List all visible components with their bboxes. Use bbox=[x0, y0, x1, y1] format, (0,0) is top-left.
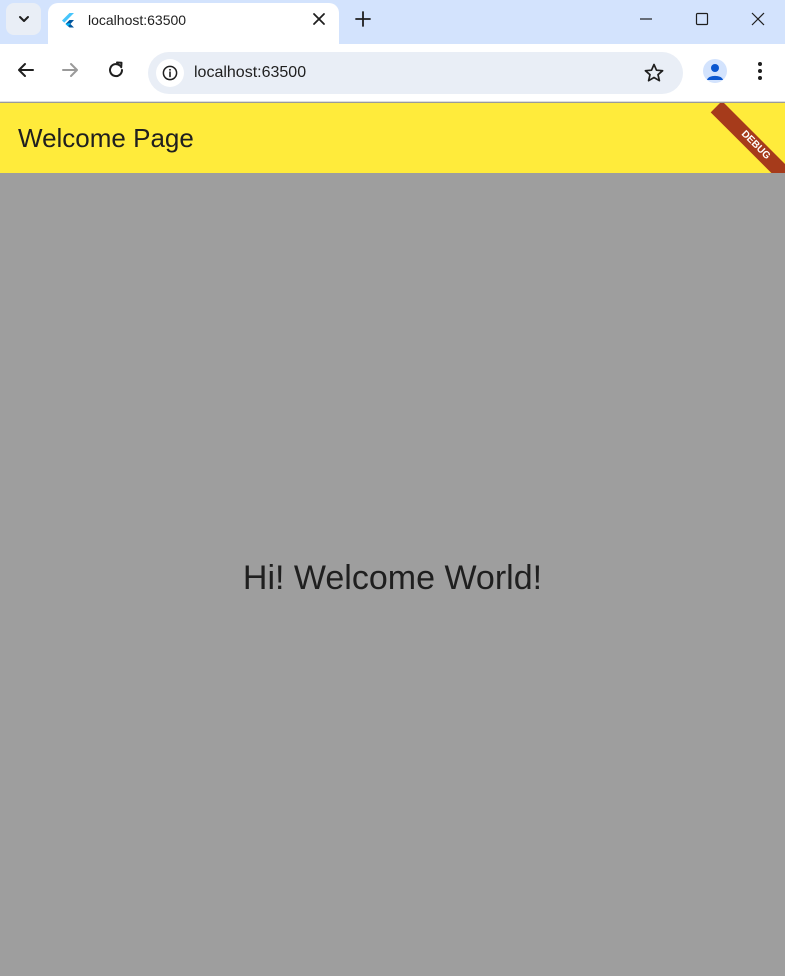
close-icon[interactable] bbox=[311, 11, 327, 27]
flutter-favicon-icon bbox=[62, 13, 74, 28]
welcome-message: Hi! Welcome World! bbox=[242, 559, 543, 597]
browser-tab-strip: localhost:63500 bbox=[0, 0, 785, 44]
debug-banner: DEBUG bbox=[710, 103, 785, 173]
star-icon[interactable] bbox=[643, 62, 665, 84]
profile-icon bbox=[707, 64, 723, 80]
reload-button[interactable] bbox=[104, 58, 128, 82]
tab-search-icon bbox=[18, 16, 29, 22]
site-info-button[interactable] bbox=[156, 59, 184, 87]
info-icon bbox=[162, 65, 178, 81]
window-close-button[interactable] bbox=[730, 0, 785, 38]
app-body: Hi! Welcome World! bbox=[0, 173, 785, 976]
address-bar[interactable]: localhost:63500 bbox=[148, 52, 683, 94]
forward-arrow-icon bbox=[62, 63, 78, 77]
tab-search-button[interactable] bbox=[6, 3, 41, 35]
maximize-button[interactable] bbox=[674, 0, 730, 38]
tab-title: localhost:63500 bbox=[88, 12, 187, 28]
forward-button[interactable] bbox=[58, 58, 82, 82]
plus-icon[interactable] bbox=[352, 8, 374, 30]
minimize-button[interactable] bbox=[618, 0, 674, 38]
profile-button[interactable] bbox=[703, 59, 727, 83]
app-bar: Welcome Page DEBUG bbox=[0, 103, 785, 173]
page-title: Welcome Page bbox=[18, 123, 194, 153]
window-close-icon bbox=[751, 12, 765, 26]
url-text[interactable]: localhost:63500 bbox=[194, 64, 306, 82]
browser-tab-active[interactable]: localhost:63500 bbox=[48, 3, 339, 44]
more-vertical-icon[interactable] bbox=[749, 59, 771, 83]
back-button[interactable] bbox=[14, 58, 38, 82]
back-arrow-icon bbox=[18, 63, 34, 77]
maximize-icon bbox=[695, 12, 709, 26]
minimize-icon bbox=[640, 18, 652, 20]
reload-icon bbox=[109, 61, 124, 78]
browser-toolbar: localhost:63500 bbox=[0, 44, 785, 102]
